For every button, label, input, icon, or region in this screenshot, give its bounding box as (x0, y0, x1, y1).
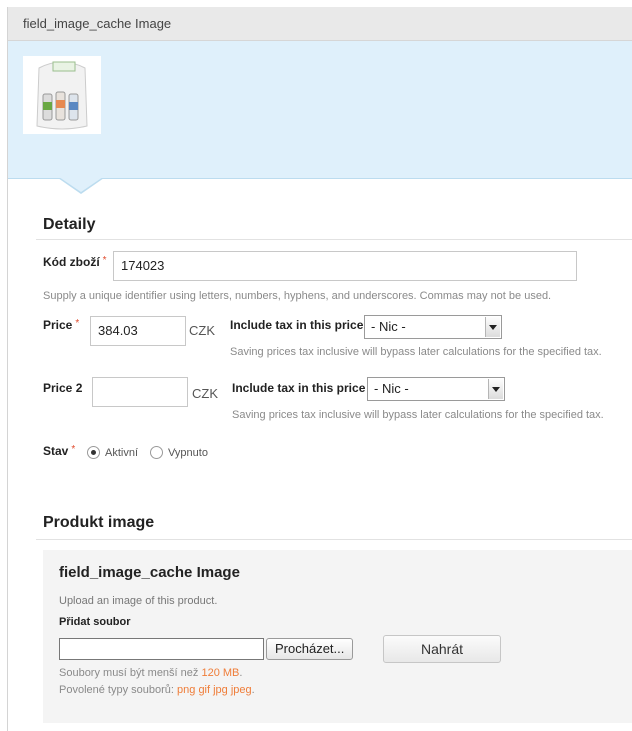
price2-label: Price 2 (43, 381, 83, 395)
image-header-title: field_image_cache Image (23, 16, 172, 31)
code-label: Kód zboží * (43, 255, 107, 269)
price-input[interactable]: 384.03 (90, 316, 186, 346)
price2-unit: CZK (192, 386, 218, 401)
status-label-text: Stav (43, 444, 69, 458)
price2-tax-label: Include tax in this price (232, 381, 366, 395)
file-path-input[interactable] (59, 638, 264, 660)
details-heading: Detaily (43, 216, 96, 233)
status-active-radio[interactable] (87, 446, 100, 459)
types-note-end: . (251, 684, 255, 696)
code-label-text: Kód zboží (43, 255, 100, 269)
price-tax-help: Saving prices tax inclusive will bypass … (230, 346, 602, 358)
price-tax-select[interactable]: - Nic - (364, 315, 502, 339)
allowed-types: png gif jpg jpeg (177, 684, 252, 696)
types-note: Povolené typy souborů: png gif jpg jpeg. (59, 684, 255, 696)
image-header-bar: field_image_cache Image (8, 7, 632, 41)
product-image-heading: Produkt image (43, 514, 155, 531)
add-file-label: Přidat soubor (59, 616, 131, 628)
product-thumbnail[interactable] (23, 56, 101, 134)
form-frame: field_image_cache Image Detaily Kód zbož… (7, 7, 632, 731)
size-note-end: . (239, 667, 243, 679)
status-active-label[interactable]: Aktivní (105, 447, 138, 459)
upload-button[interactable]: Nahrát (383, 635, 501, 663)
details-divider (36, 239, 632, 240)
required-mark: * (102, 255, 107, 266)
types-note-text: Povolené typy souborů: (59, 684, 174, 696)
code-input[interactable]: 174023 (113, 251, 577, 281)
preview-pointer-fill (59, 177, 103, 192)
size-limit: 120 MB (201, 667, 240, 679)
price2-input[interactable] (92, 377, 188, 407)
product-bag-image (23, 56, 101, 134)
status-inactive-radio[interactable] (150, 446, 163, 459)
upload-panel-title: field_image_cache Image (59, 564, 240, 581)
size-note: Soubory musí být menší než 120 MB. (59, 667, 242, 679)
browse-button[interactable]: Procházet... (266, 638, 354, 660)
price-tax-select-value: - Nic - (371, 319, 406, 334)
price2-tax-select[interactable]: - Nic - (367, 377, 505, 401)
status-label: Stav * (43, 444, 75, 458)
product-image-divider (36, 539, 632, 540)
price-label-text: Price (43, 318, 73, 332)
price2-tax-select-value: - Nic - (374, 381, 409, 396)
required-mark: * (75, 318, 80, 329)
price-unit: CZK (189, 323, 215, 338)
dropdown-arrow-icon (488, 379, 503, 399)
price-label: Price * (43, 318, 79, 332)
price-tax-label: Include tax in this price (230, 318, 364, 332)
required-mark: * (71, 444, 76, 455)
dropdown-arrow-icon (485, 317, 500, 337)
status-inactive-label[interactable]: Vypnuto (168, 447, 208, 459)
image-upload-panel: field_image_cache Image Upload an image … (43, 550, 632, 723)
image-preview-area (8, 41, 632, 179)
size-note-text: Soubory musí být menší než (59, 667, 199, 679)
upload-help: Upload an image of this product. (59, 595, 218, 607)
code-help: Supply a unique identifier using letters… (43, 290, 552, 302)
price2-tax-help: Saving prices tax inclusive will bypass … (232, 409, 604, 421)
